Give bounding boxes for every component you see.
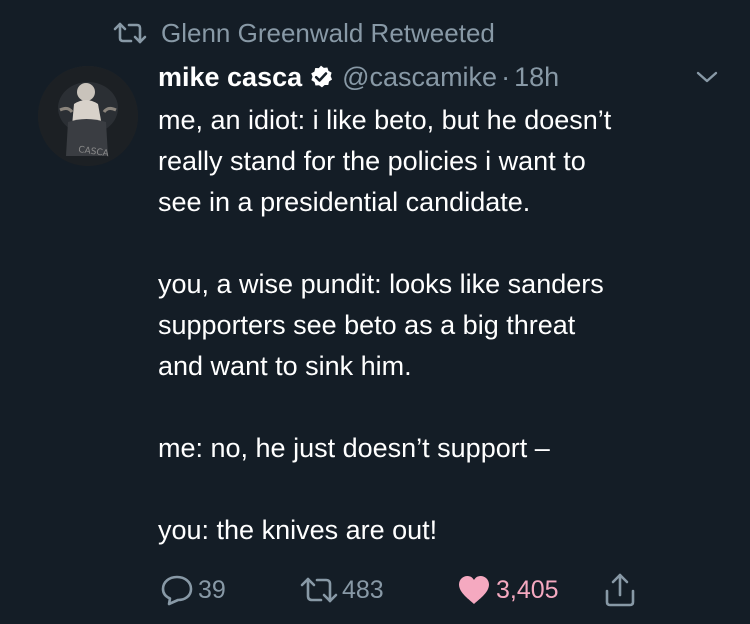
share-icon [604,573,636,607]
avatar[interactable]: CASCA [38,66,138,166]
tweet-line: and want to sink him. [158,351,412,381]
tweet-line: me: no, he just doesn’t support – [158,433,550,463]
tweet-text: me, an idiot: i like beto, but he doesn’… [158,100,728,551]
like-count: 3,405 [496,575,559,604]
reply-count: 39 [198,575,226,604]
tweet-line: supporters see beto as a big threat [158,310,576,340]
chevron-down-icon[interactable] [692,62,722,92]
like-button[interactable]: 3,405 [456,570,559,610]
retweet-button[interactable]: 483 [300,570,384,610]
verified-badge-icon [308,64,334,90]
tweet-actions: 39 483 3,405 [0,570,750,610]
tweet-line: you, a wise pundit: looks like sanders [158,269,604,299]
tweet-line: me, an idiot: i like beto, but he doesn’… [158,105,612,135]
retweet-icon [113,20,147,46]
retweet-count: 483 [342,575,384,604]
tweet-line: see in a presidential candidate. [158,187,531,217]
retweet-icon [300,575,338,605]
share-button[interactable] [604,570,640,610]
tweet-line: you: the knives are out! [158,515,438,545]
display-name[interactable]: mike casca [158,62,302,93]
tweet-header: mike casca @cascamike · 18h [158,58,559,96]
retweet-context-text[interactable]: Glenn Greenwald Retweeted [161,18,495,49]
retweet-context: Glenn Greenwald Retweeted [113,16,495,50]
reply-button[interactable]: 39 [160,570,226,610]
timestamp[interactable]: 18h [514,62,559,93]
handle[interactable]: @cascamike [342,62,497,93]
reply-icon [160,574,194,606]
separator-dot: · [501,61,511,92]
tweet-line: really stand for the policies i want to [158,146,586,176]
heart-icon [456,574,492,606]
